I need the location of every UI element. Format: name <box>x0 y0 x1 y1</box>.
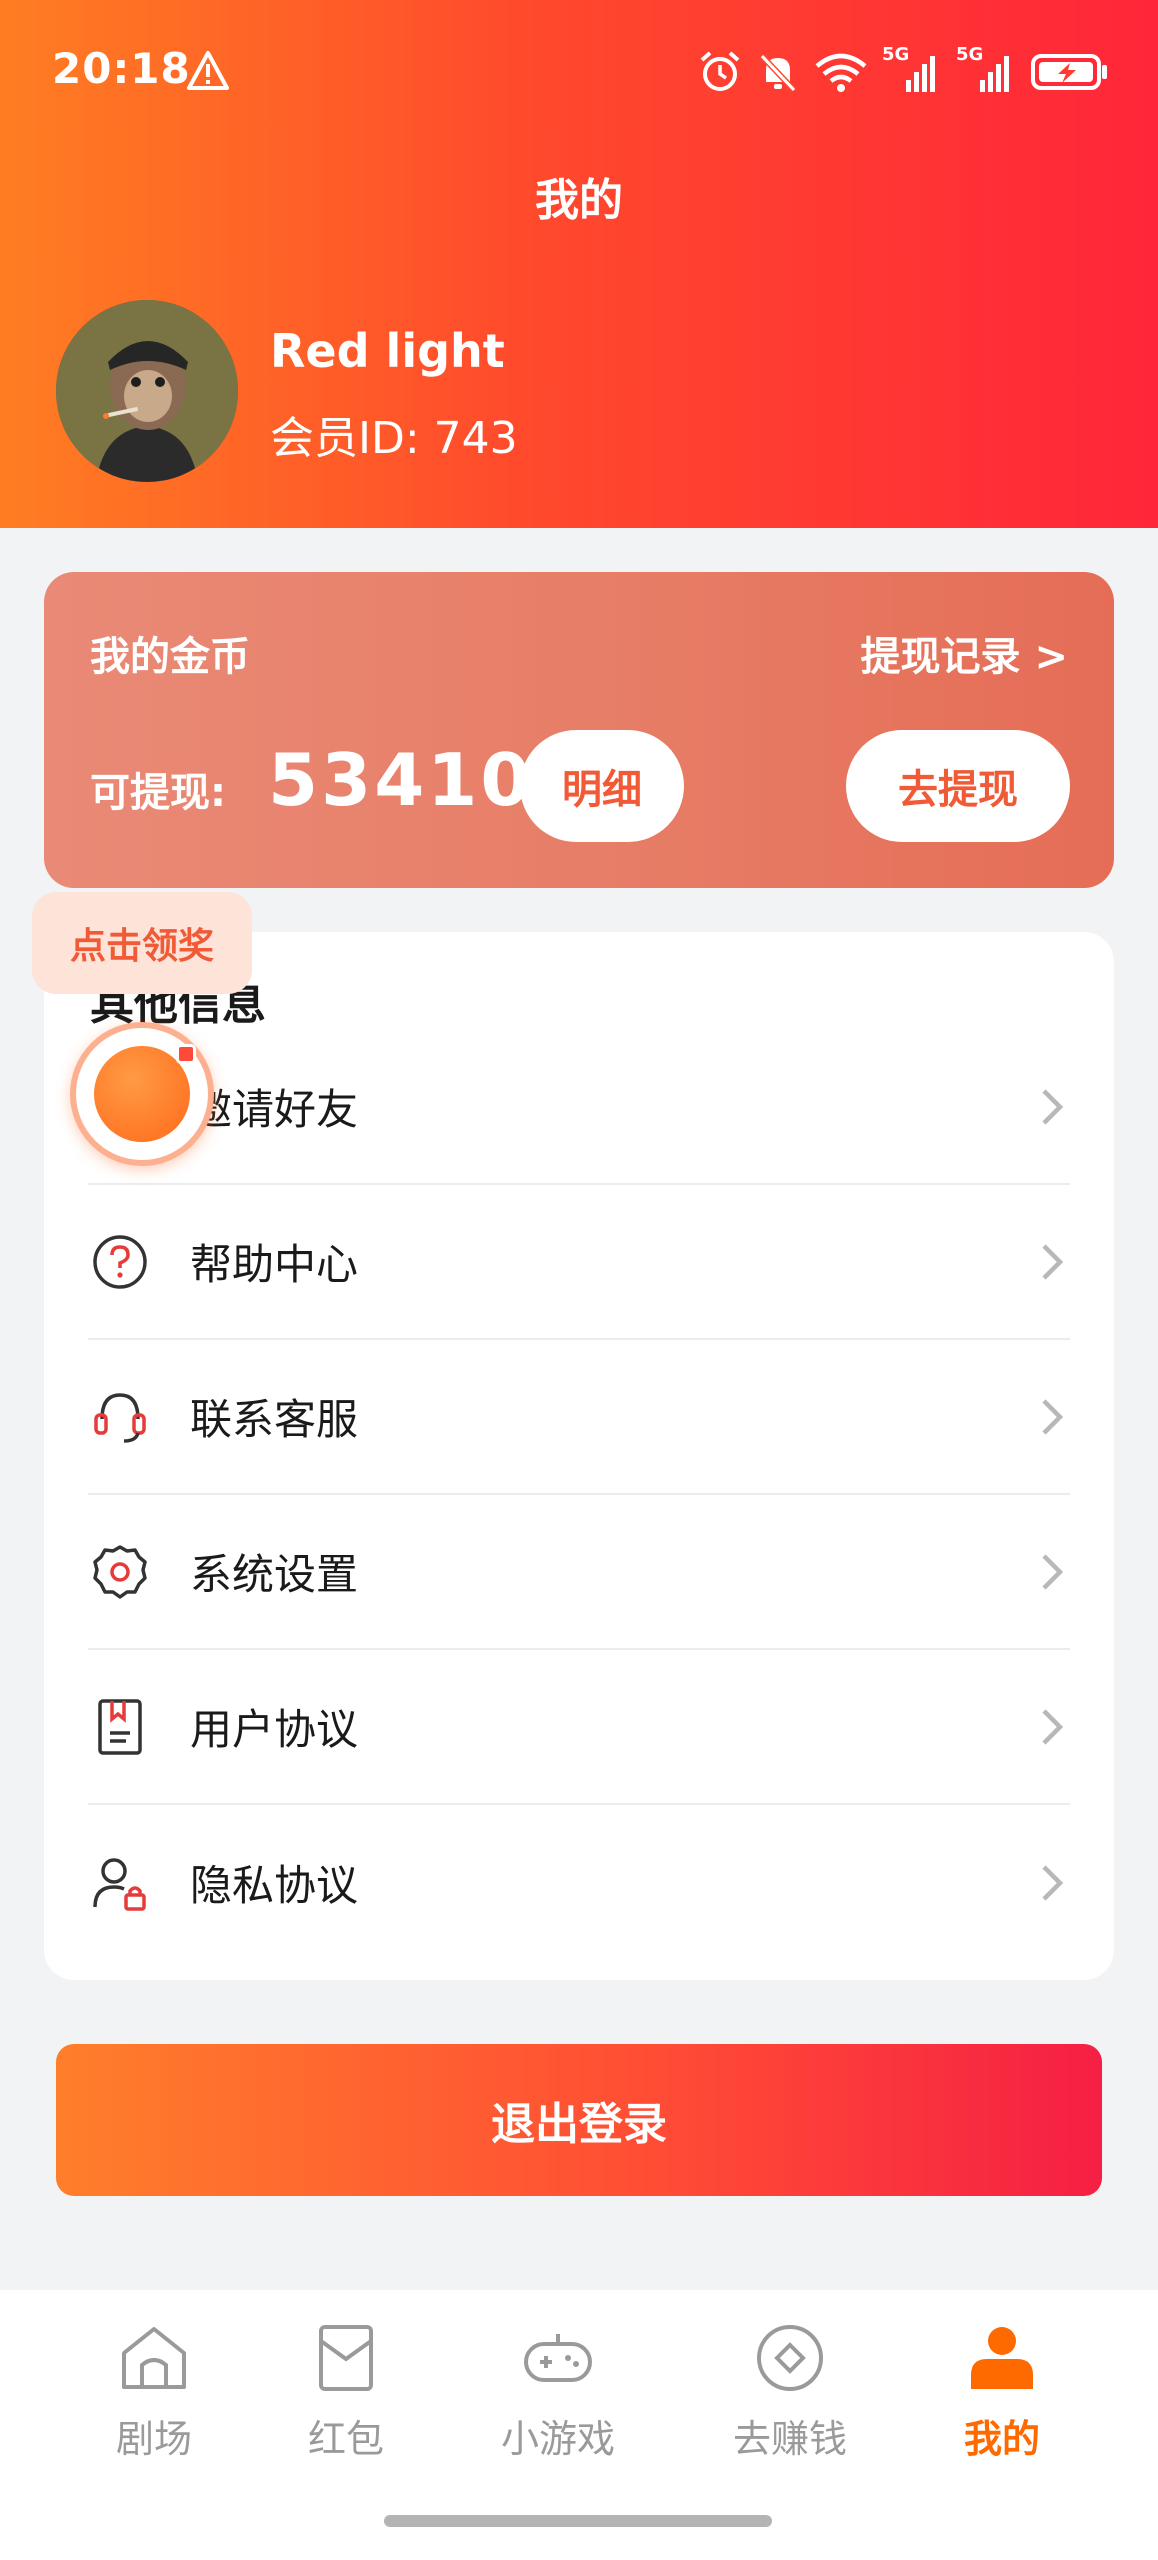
avatar-image <box>56 300 238 482</box>
nav-label: 剧场 <box>115 2417 192 2461</box>
notification-dot <box>176 1044 196 1064</box>
gamepad-icon <box>518 2318 598 2398</box>
cellular-signal-2: 5G <box>956 44 1016 94</box>
headset-icon <box>88 1385 152 1449</box>
red-packet-icon <box>306 2318 386 2398</box>
signal-bars-icon <box>906 56 935 92</box>
home-icon <box>114 2318 194 2398</box>
agreement-icon <box>88 1695 152 1759</box>
warning-icon <box>187 51 229 90</box>
menu-item-contact-support[interactable]: 联系客服 <box>88 1340 1070 1495</box>
page-title: 我的 <box>535 175 623 226</box>
signal-bars-icon <box>980 56 1009 92</box>
status-icons: 5G 5G <box>698 44 1110 96</box>
detail-button[interactable]: 明细 <box>520 730 684 842</box>
menu-item-system-settings[interactable]: 系统设置 <box>88 1495 1070 1650</box>
nav-label: 去赚钱 <box>732 2417 847 2461</box>
privacy-icon <box>88 1851 152 1915</box>
withdrawable-label: 可提现: <box>90 770 226 816</box>
nav-label: 红包 <box>307 2417 384 2461</box>
reward-orb-button[interactable] <box>70 1022 214 1166</box>
cellular-signal-1: 5G <box>882 44 942 94</box>
coin-card: 我的金币 提现记录 > 可提现: 53410 明细 去提现 <box>44 572 1114 888</box>
settings-icon <box>88 1540 152 1604</box>
battery-charging-icon <box>1031 54 1107 90</box>
user-name: Red light <box>270 324 505 378</box>
nav-item-theater[interactable]: 剧场 <box>54 2318 254 2478</box>
chevron-right-icon <box>1042 1553 1064 1590</box>
profile-icon <box>962 2318 1042 2398</box>
coin-icon <box>750 2318 830 2398</box>
nav-item-mine[interactable]: 我的 <box>902 2318 1102 2478</box>
nav-item-red-packet[interactable]: 红包 <box>246 2318 446 2478</box>
help-icon <box>88 1230 152 1294</box>
claim-reward-badge[interactable]: 点击领奖 <box>32 892 252 994</box>
menu-item-label: 系统设置 <box>190 1550 359 1599</box>
menu-item-user-agreement[interactable]: 用户协议 <box>88 1650 1070 1805</box>
menu-item-help-center[interactable]: 帮助中心 <box>88 1185 1070 1340</box>
status-bar: 20:18 5G 5G <box>0 0 1158 140</box>
avatar[interactable] <box>56 300 238 482</box>
wifi-icon <box>815 53 867 92</box>
menu-item-label: 邀请好友 <box>190 1085 359 1134</box>
chevron-right-icon <box>1042 1243 1064 1280</box>
nav-label: 我的 <box>963 2417 1040 2461</box>
mute-bell-icon <box>759 53 797 93</box>
withdraw-button[interactable]: 去提现 <box>846 730 1070 842</box>
withdraw-record-link[interactable]: 提现记录 > <box>861 624 1068 682</box>
nav-label: 小游戏 <box>500 2417 615 2461</box>
menu-item-privacy-policy[interactable]: 隐私协议 <box>88 1805 1070 1960</box>
menu-item-invite-friends[interactable]: 邀请好友 <box>88 1030 1070 1185</box>
chevron-right-icon <box>1042 1398 1064 1435</box>
coin-amount: 53410 <box>268 738 534 822</box>
chevron-right-icon <box>1042 1864 1064 1901</box>
logout-button[interactable]: 退出登录 <box>56 2044 1102 2196</box>
menu-item-label: 帮助中心 <box>190 1240 359 1289</box>
coin-title: 我的金币 <box>90 634 250 680</box>
chevron-right-icon <box>1042 1708 1064 1745</box>
alarm-icon <box>700 51 740 91</box>
member-id: 会员ID: 743 <box>270 413 518 464</box>
nav-item-earn-money[interactable]: 去赚钱 <box>690 2318 890 2478</box>
nav-item-mini-games[interactable]: 小游戏 <box>458 2318 658 2478</box>
profile-header: 20:18 5G 5G 我的 Red light 会员ID: 743 <box>0 0 1158 528</box>
menu-item-label: 隐私协议 <box>190 1861 359 1910</box>
status-time: 20:18 <box>52 44 191 93</box>
chevron-right-icon <box>1042 1088 1064 1125</box>
menu-item-label: 联系客服 <box>190 1395 359 1444</box>
home-indicator[interactable] <box>384 2515 772 2527</box>
menu-item-label: 用户协议 <box>190 1705 359 1754</box>
